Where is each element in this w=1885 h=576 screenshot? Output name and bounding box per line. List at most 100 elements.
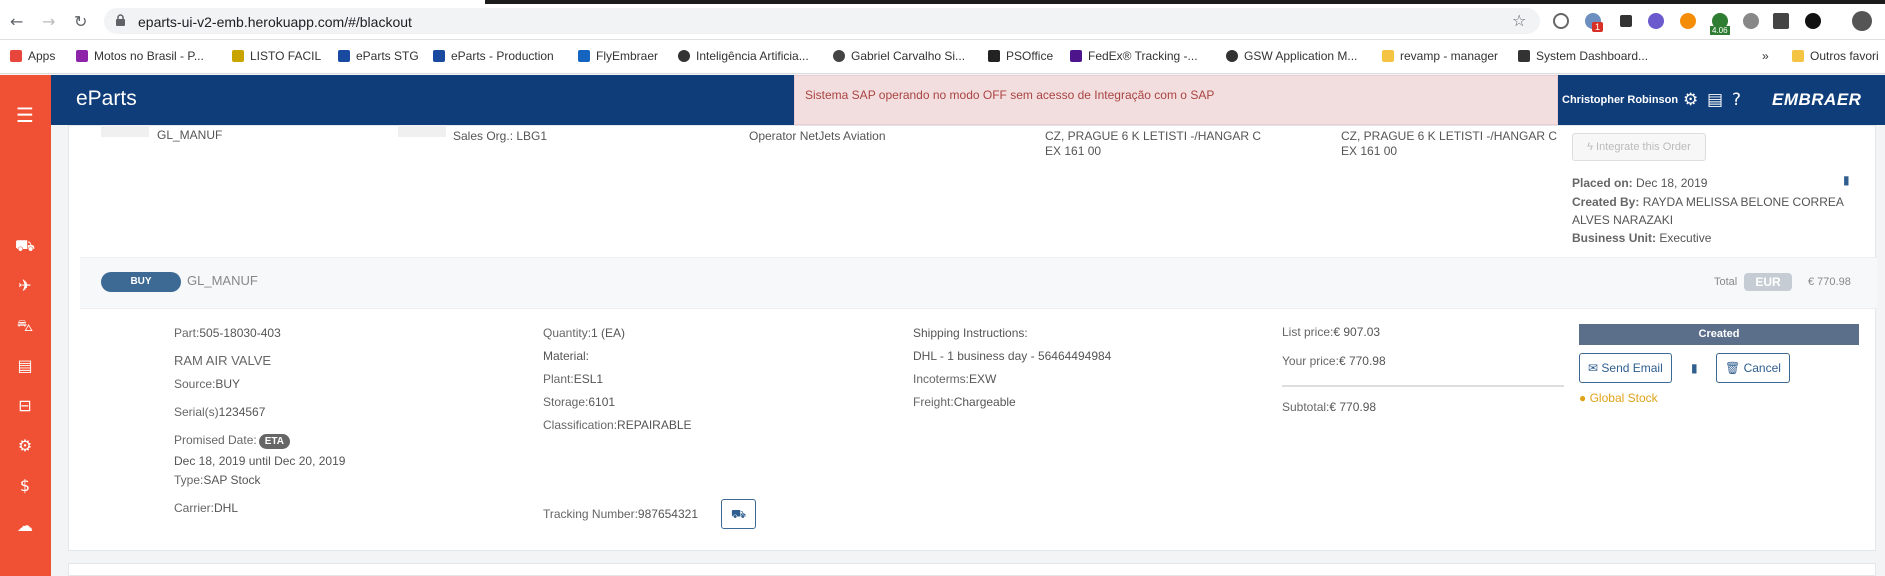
- plane-icon[interactable]: ✈: [13, 276, 37, 296]
- freight-label: Freight:: [913, 395, 954, 409]
- bookmarks-bar: Apps Motos no Brasil - P... LISTO FACIL …: [0, 40, 1885, 74]
- plant-label: Plant:: [543, 372, 574, 386]
- list-price-value: € 907.03: [1333, 325, 1381, 339]
- lock-icon: [116, 14, 125, 26]
- extension-icon[interactable]: [1620, 15, 1632, 27]
- cart-icon[interactable]: ⛍: [13, 316, 37, 336]
- bookmark-item[interactable]: FedEx® Tracking -...: [1070, 49, 1198, 63]
- extension-badge: 1: [1592, 22, 1604, 32]
- total-value: € 770.98: [1808, 276, 1851, 288]
- forward-icon[interactable]: →: [42, 12, 55, 31]
- extension-icon[interactable]: [1648, 13, 1664, 29]
- type-label: Type:: [174, 473, 204, 487]
- list-price-label: List price:: [1282, 325, 1334, 339]
- menu-icon[interactable]: ☰: [13, 103, 37, 127]
- bookmark-item[interactable]: LISTO FACIL: [232, 49, 321, 63]
- customer-icon: [101, 125, 149, 137]
- bookmark-favicon-icon: [433, 50, 445, 62]
- book-icon[interactable]: ▮: [1691, 361, 1698, 375]
- sales-org-icon: [398, 125, 446, 137]
- bookmark-folder-other[interactable]: Outros favori: [1792, 49, 1879, 63]
- globe-icon: ●: [1579, 391, 1590, 405]
- integrate-order-button[interactable]: ϟ Integrate this Order: [1572, 133, 1706, 161]
- extension-badge: 4.06: [1710, 26, 1730, 35]
- ship-to-address: EX 161 00: [1045, 144, 1102, 158]
- avatar[interactable]: [1852, 11, 1872, 31]
- order-customer: GL_MANUF: [157, 128, 223, 142]
- material-label: Material:: [543, 349, 590, 363]
- bookmark-item[interactable]: Inteligência Artificia...: [678, 49, 809, 63]
- cancel-button[interactable]: 🗑 Cancel: [1716, 353, 1790, 383]
- bookmark-item[interactable]: Motos no Brasil - P...: [76, 49, 204, 63]
- bookmark-item[interactable]: PSOffice: [988, 49, 1053, 63]
- global-stock-link[interactable]: ● Global Stock: [1579, 391, 1658, 405]
- gears-icon[interactable]: ⚙: [13, 436, 37, 456]
- browser-toolbar: ← → ↻ eparts-ui-v2-emb.herokuapp.com/#/b…: [0, 0, 1885, 40]
- classification-value: REPAIRABLE: [617, 418, 692, 432]
- bookmark-favicon-icon: [678, 50, 690, 62]
- dollar-icon[interactable]: $: [13, 476, 37, 496]
- type-value: SAP Stock: [203, 473, 261, 487]
- cloud-icon[interactable]: ☁: [13, 516, 37, 536]
- classification-label: Classification:: [543, 418, 618, 432]
- type-badge: BUY: [101, 272, 181, 292]
- bookmarks-overflow[interactable]: »: [1762, 49, 1769, 63]
- truck-icon: ⛟: [730, 507, 747, 521]
- bookmark-item[interactable]: Gabriel Carvalho Si...: [833, 49, 965, 63]
- total-label: Total: [1714, 276, 1738, 288]
- bookmark-item[interactable]: FlyEmbraer: [578, 49, 658, 63]
- url-text[interactable]: eparts-ui-v2-emb.herokuapp.com/#/blackou…: [138, 14, 412, 30]
- line-customer: GL_MANUF: [187, 273, 258, 288]
- bookmark-favicon-icon: [1070, 50, 1082, 62]
- book-icon[interactable]: ▮: [1843, 173, 1850, 187]
- status-badge: Created: [1579, 324, 1859, 345]
- bookmark-item[interactable]: eParts STG: [338, 49, 419, 63]
- promised-date-value: Dec 18, 2019 until Dec 20, 2019: [174, 454, 346, 468]
- back-icon[interactable]: ←: [10, 12, 23, 31]
- ship-to-address: CZ, PRAGUE 6 K LETISTI -/HANGAR C: [1045, 129, 1262, 143]
- app-brand[interactable]: eParts: [76, 87, 137, 111]
- extension-icon[interactable]: [1805, 13, 1821, 29]
- bookmark-favicon-icon: [578, 50, 590, 62]
- reload-icon[interactable]: ↻: [74, 12, 87, 31]
- tracking-number[interactable]: 987654321: [638, 507, 698, 521]
- shipping-instructions-value: DHL - 1 business day - 56464494984: [913, 349, 1112, 363]
- part-number: 505-18030-403: [199, 326, 281, 340]
- bookmark-favicon-icon: [232, 50, 244, 62]
- bookmark-item[interactable]: GSW Application M...: [1226, 49, 1357, 63]
- extension-icon[interactable]: [1743, 13, 1759, 29]
- bookmark-item[interactable]: System Dashboard...: [1518, 49, 1648, 63]
- order-sales-org: Sales Org.: LBG1: [453, 129, 548, 143]
- signal-icon[interactable]: [1773, 13, 1789, 29]
- user-name[interactable]: Christopher Robinson: [1562, 94, 1678, 106]
- document-icon[interactable]: ▤: [13, 356, 37, 376]
- envelope-icon: ✉: [1588, 361, 1602, 375]
- bookmark-favicon-icon: [1226, 50, 1238, 62]
- freight-value: Chargeable: [953, 395, 1016, 409]
- help-icon[interactable]: ?: [1732, 90, 1741, 110]
- currency-badge: EUR: [1744, 273, 1792, 291]
- serial-value: 1234567: [218, 405, 266, 419]
- gear-icon[interactable]: ⚙: [1683, 90, 1698, 110]
- next-card: [68, 563, 1876, 576]
- track-shipment-button[interactable]: ⛟: [721, 499, 756, 529]
- box-icon[interactable]: ⊟: [13, 396, 37, 416]
- star-icon[interactable]: ☆: [1512, 11, 1526, 30]
- extension-icon[interactable]: [1553, 13, 1569, 29]
- plant-value: ESL1: [573, 372, 604, 386]
- tab-strip: [485, 0, 1885, 4]
- storage-label: Storage:: [543, 395, 589, 409]
- bookmark-apps[interactable]: Apps: [10, 49, 55, 63]
- bookmark-item[interactable]: eParts - Production: [433, 49, 554, 63]
- carrier-label: Carrier:: [174, 501, 215, 515]
- bookmark-favicon-icon: [833, 50, 845, 62]
- send-email-button[interactable]: ✉ Send Email: [1579, 353, 1672, 383]
- document-icon[interactable]: ▤: [1707, 90, 1723, 110]
- bill-to-address: CZ, PRAGUE 6 K LETISTI -/HANGAR C: [1341, 129, 1558, 143]
- extension-icon[interactable]: [1680, 13, 1696, 29]
- truck-icon[interactable]: ⛟: [13, 236, 37, 256]
- eta-badge: ETA: [258, 434, 290, 449]
- apps-icon: [10, 50, 22, 62]
- bookmark-item[interactable]: revamp - manager: [1382, 49, 1498, 63]
- created-by-label: Created By:: [1572, 195, 1640, 209]
